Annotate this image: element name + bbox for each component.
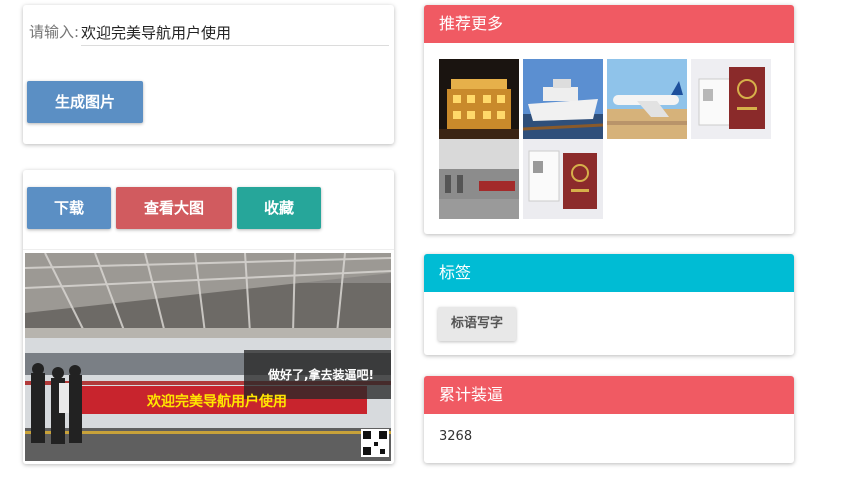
hotel-picture [439,59,519,139]
generate-image-button[interactable]: 生成图片 [27,81,143,123]
thumbnail-passport-2[interactable] [523,139,603,219]
result-card: 下载 查看大图 收藏 做好了,拿去装逼吧! 欢迎完美导航用户使用 [23,170,394,464]
input-label: 请输入: [29,23,80,41]
tags-header: 标签 [424,254,794,292]
counter-header: 累计装逼 [424,376,794,414]
favorite-button[interactable]: 收藏 [237,187,321,229]
overlay-caption: 做好了,拿去装逼吧! [268,368,375,382]
generator-card: 请输入: 生成图片 [23,5,394,144]
thumbnail-passport[interactable] [691,59,771,139]
tags-card: 标签 标语写字 [424,254,794,355]
recommend-card: 推荐更多 [424,5,794,234]
building-picture [439,139,519,219]
view-large-button[interactable]: 查看大图 [116,187,232,229]
thumbnail-airplane[interactable] [607,59,687,139]
text-input-row: 请输入: [29,19,389,49]
divider [23,249,394,250]
thumbnail-hotel[interactable] [439,59,519,139]
thumbnail-building[interactable] [439,139,519,219]
tag-item[interactable]: 标语写字 [438,307,516,341]
passport-2-picture [523,139,603,219]
airplane-picture [607,59,687,139]
download-button[interactable]: 下载 [27,187,111,229]
passport-picture [691,59,771,139]
thumbnail-ship[interactable] [523,59,603,139]
text-input[interactable] [81,19,389,46]
ship-picture [523,59,603,139]
generated-image[interactable]: 做好了,拿去装逼吧! 欢迎完美导航用户使用 [25,253,391,461]
counter-value: 3268 [439,429,473,444]
recommend-header: 推荐更多 [424,5,794,43]
counter-card: 累计装逼 3268 [424,376,794,463]
banner-text: 欢迎完美导航用户使用 [147,394,287,410]
